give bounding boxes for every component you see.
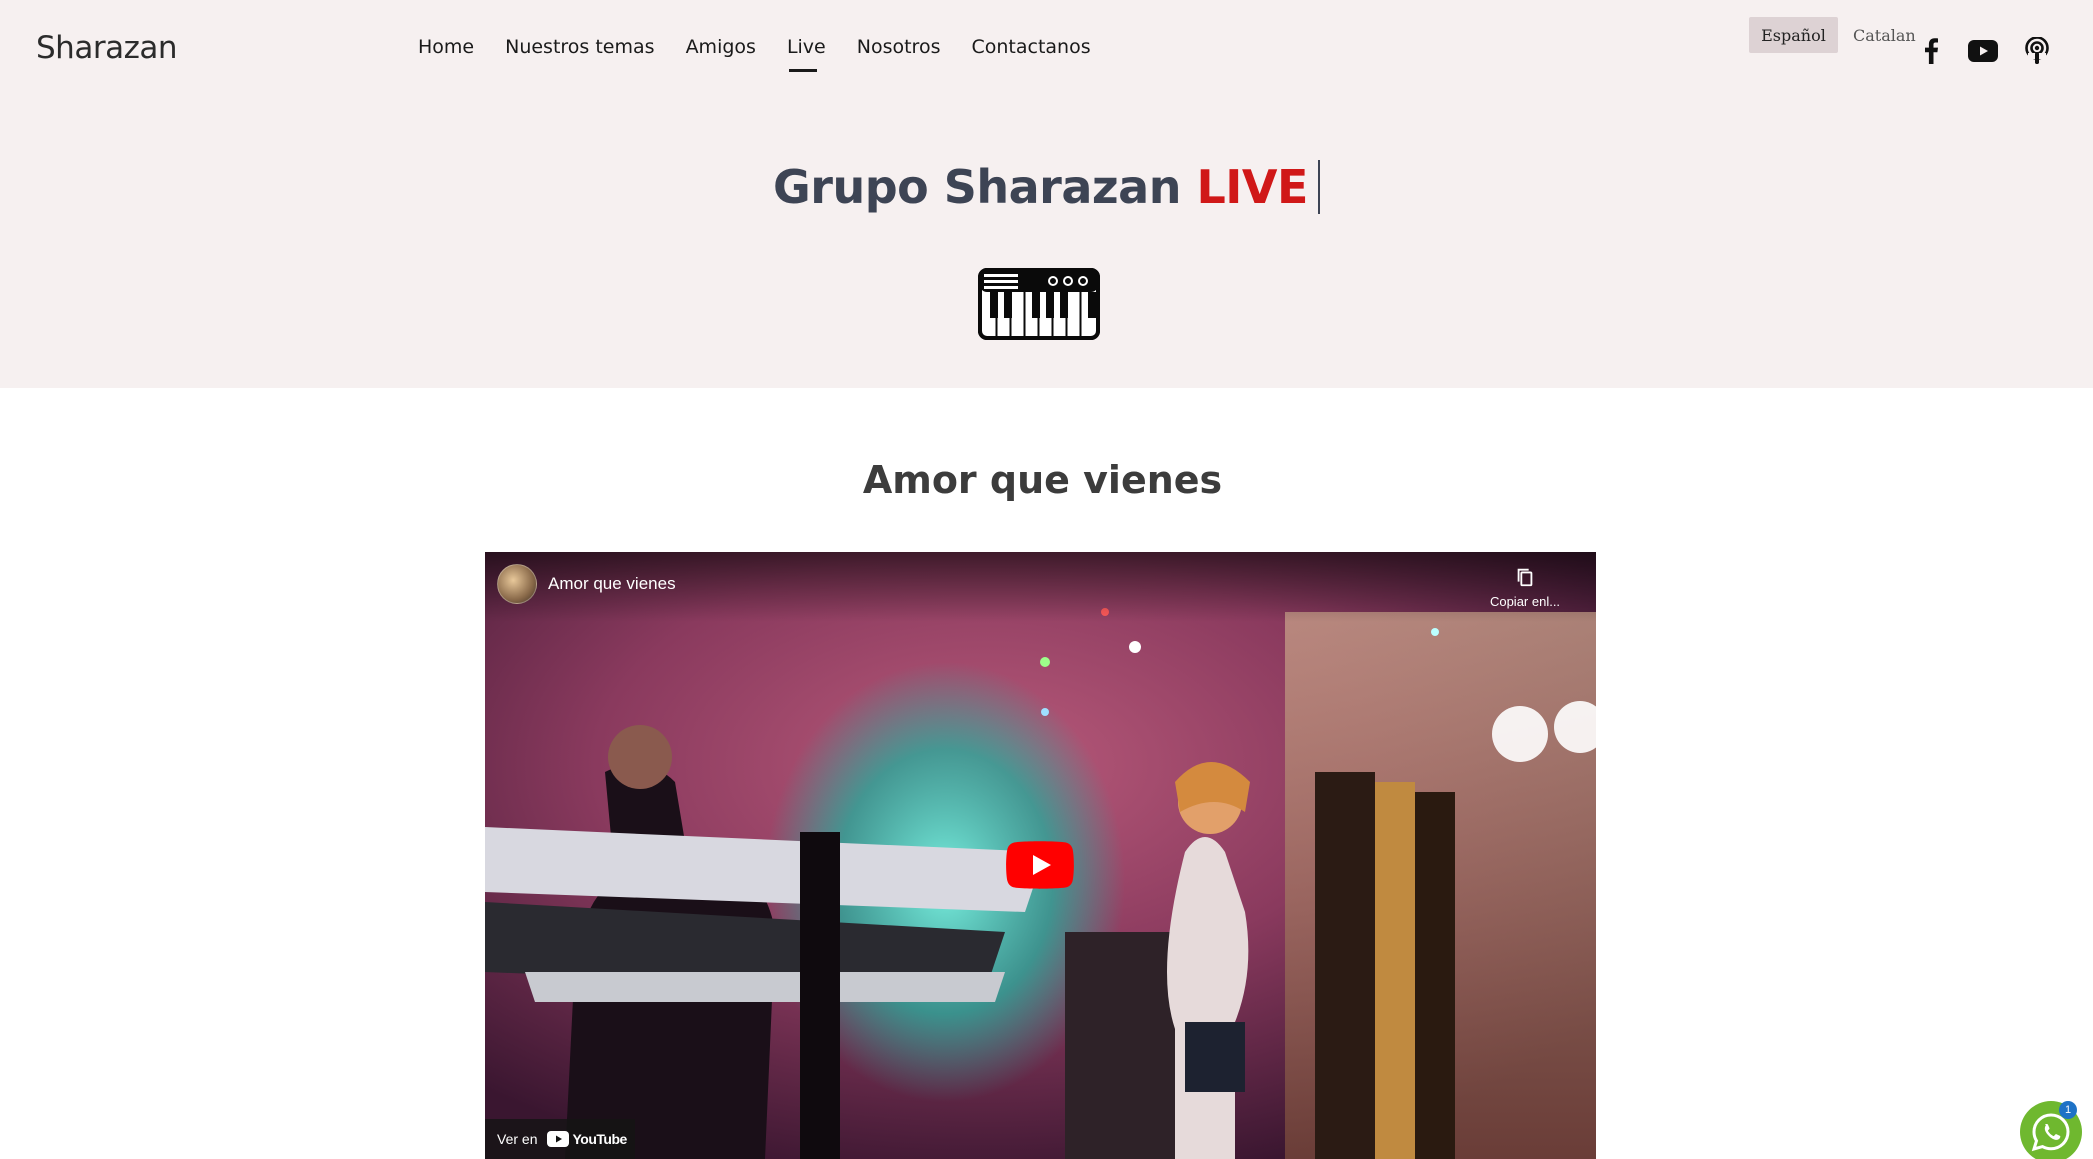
- song-title: Amor que vienes: [862, 458, 1223, 502]
- site-logo[interactable]: Sharazan: [36, 30, 177, 66]
- nav-item-amigos[interactable]: Amigos: [686, 36, 756, 58]
- notification-badge: 1: [2059, 1101, 2077, 1119]
- typing-cursor: [1317, 159, 1320, 214]
- nav-item-home[interactable]: Home: [418, 36, 474, 58]
- copy-icon: [1517, 568, 1533, 587]
- page-title-accent: LIVE: [1196, 160, 1309, 214]
- facebook-icon[interactable]: [1916, 36, 1946, 66]
- youtube-logo: YouTube: [547, 1131, 627, 1147]
- copy-link-label: Copiar enl...: [1489, 594, 1561, 609]
- youtube-video-embed[interactable]: Amor que vienes Copiar enl... Ver en You…: [485, 552, 1596, 1159]
- play-button-icon[interactable]: [1006, 841, 1074, 889]
- keyboard-piano-icon: [978, 268, 1100, 340]
- page-title: Grupo Sharazan LIVE: [0, 159, 2093, 214]
- youtube-logo-text: YouTube: [572, 1131, 627, 1147]
- nav-item-contactanos[interactable]: Contactanos: [971, 36, 1090, 58]
- copy-link-button[interactable]: Copiar enl...: [1480, 566, 1570, 609]
- page-title-main: Grupo Sharazan: [773, 160, 1181, 214]
- video-title[interactable]: Amor que vienes: [548, 574, 676, 594]
- channel-avatar[interactable]: [497, 564, 537, 604]
- youtube-icon[interactable]: [1967, 36, 1999, 66]
- nav-item-live[interactable]: Live: [787, 36, 826, 72]
- nav-item-nosotros[interactable]: Nosotros: [857, 36, 941, 58]
- watch-on-label: Ver en: [497, 1131, 538, 1147]
- language-espanol-button[interactable]: Español: [1749, 17, 1838, 53]
- language-catalan-button[interactable]: Catalan: [1853, 17, 1916, 53]
- main-nav: Home Nuestros temas Amigos Live Nosotros…: [418, 36, 1091, 72]
- podcast-icon[interactable]: [2022, 36, 2052, 66]
- watch-on-youtube-button[interactable]: Ver en YouTube: [485, 1119, 635, 1159]
- nav-item-nuestros-temas[interactable]: Nuestros temas: [505, 36, 654, 58]
